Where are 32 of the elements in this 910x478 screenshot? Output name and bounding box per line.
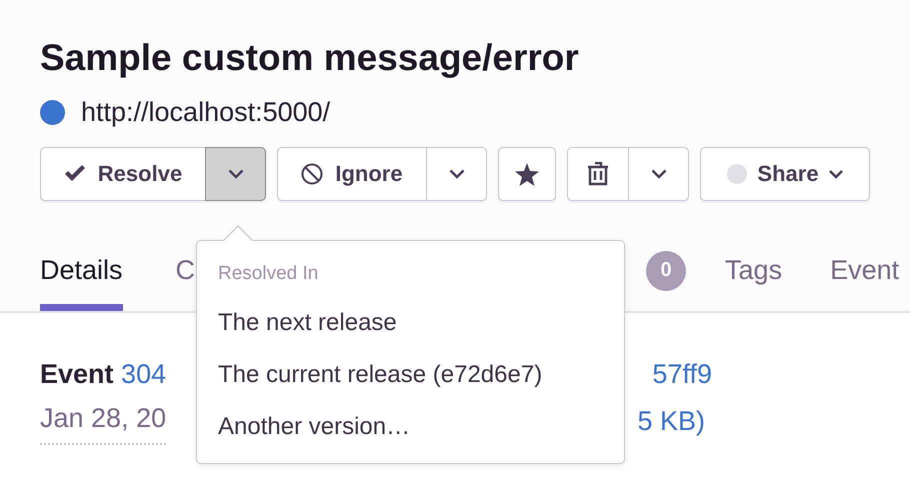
tab[interactable]: Event — [830, 231, 900, 311]
dropdown-button[interactable] — [205, 147, 266, 201]
menu-item[interactable]: The next release — [218, 297, 624, 349]
menu-item[interactable]: Another version… — [218, 401, 624, 453]
share-button[interactable]: Share — [700, 147, 870, 201]
prohibited-icon — [301, 163, 324, 185]
event-hash-link[interactable]: 57ff9 — [652, 351, 712, 398]
ignore-button[interactable]: Ignore — [277, 147, 426, 201]
caret-icon — [650, 169, 666, 179]
menu-header: Resolved In — [218, 262, 320, 286]
star-icon — [515, 162, 539, 186]
dropdown-button[interactable] — [426, 147, 487, 201]
issue-url: http://localhost:5000/ — [81, 96, 330, 128]
resolve-button[interactable]: Resolve — [40, 147, 205, 201]
json-size-link[interactable]: 5 KB) — [637, 398, 705, 445]
status-circle-icon — [727, 164, 748, 184]
issue-title: Sample custom message/error — [40, 36, 580, 80]
tab[interactable]: C — [176, 231, 196, 311]
delete-button[interactable] — [567, 147, 628, 201]
menu-item[interactable]: The current release (e72d6e7) — [218, 349, 624, 401]
event-date: Jan 28, 20 — [40, 398, 166, 445]
tab[interactable]: Tags — [725, 231, 782, 311]
count-badge: 0 — [646, 250, 686, 290]
event-id-link[interactable]: 304 — [121, 359, 166, 389]
checkmark-icon — [64, 165, 86, 183]
bookmark-button[interactable] — [498, 147, 556, 201]
event-label: Event — [40, 359, 114, 389]
caret-icon — [448, 169, 464, 179]
trash-icon — [587, 162, 609, 186]
caret-icon — [228, 169, 244, 179]
caret-icon — [828, 170, 843, 178]
tab[interactable]: Details — [40, 231, 123, 311]
